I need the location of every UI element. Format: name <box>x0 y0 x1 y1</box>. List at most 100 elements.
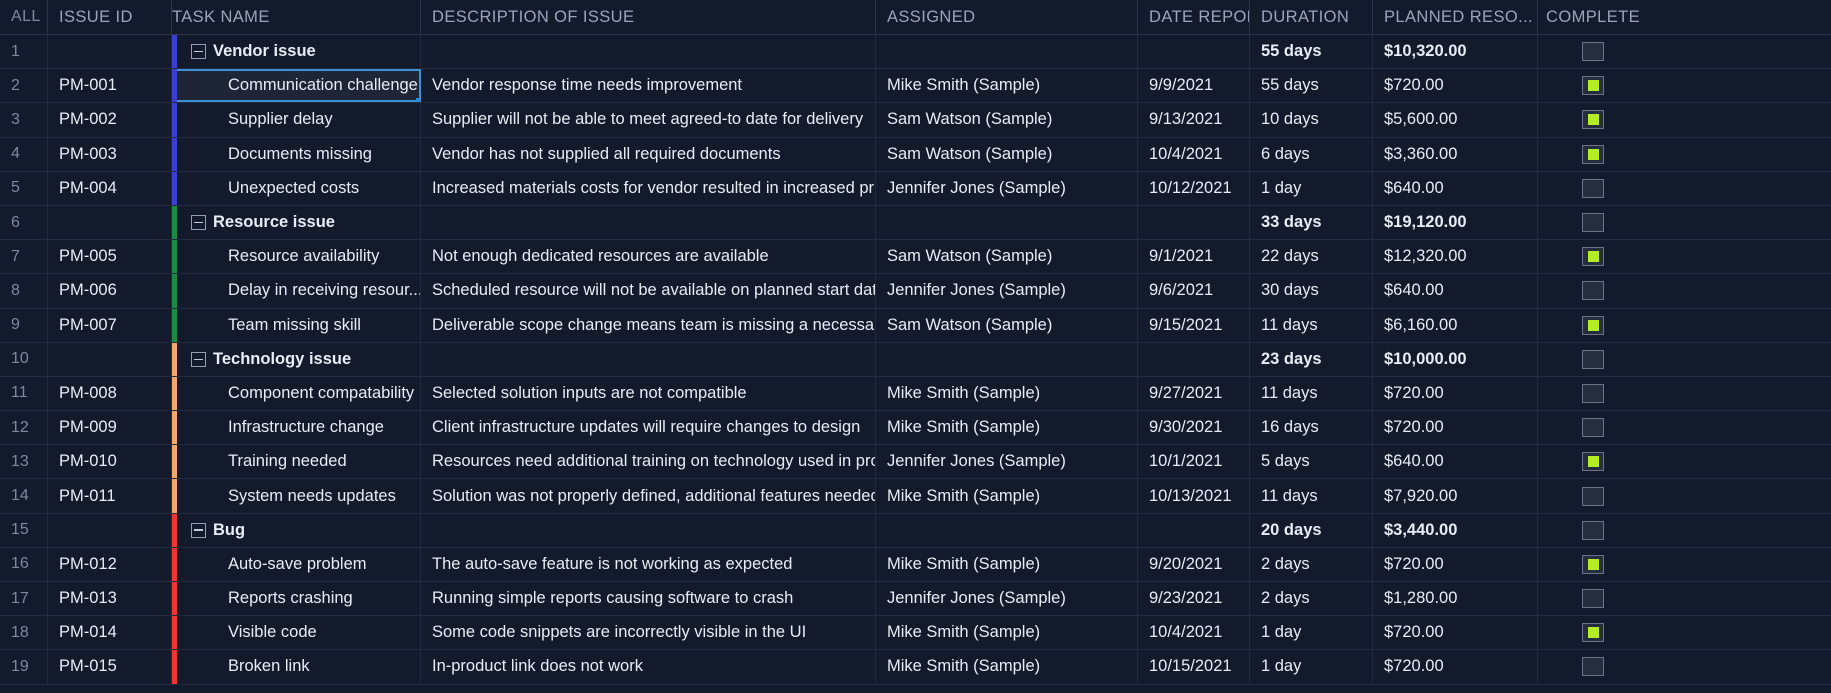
cell-complete[interactable] <box>1538 274 1648 307</box>
cell-date-reported[interactable]: 9/20/2021 <box>1138 547 1250 581</box>
cell-duration[interactable]: 20 days <box>1250 513 1373 547</box>
cell-task-name[interactable]: Supplier delay <box>172 103 421 137</box>
cell-description[interactable]: Running simple reports causing software … <box>421 582 876 616</box>
cell-task-name[interactable]: Bug <box>172 513 421 547</box>
checkbox-unchecked-icon[interactable] <box>1582 42 1604 62</box>
collapse-minus-icon[interactable] <box>191 215 206 231</box>
cell-assigned[interactable]: Mike Smith (Sample) <box>876 479 1138 513</box>
column-header-id[interactable]: ISSUE ID <box>48 0 172 34</box>
cell-duration[interactable]: 23 days <box>1250 342 1373 376</box>
row-number[interactable]: 7 <box>0 240 48 274</box>
checkbox-checked-icon[interactable] <box>1582 315 1604 335</box>
column-header-all[interactable]: ALL <box>0 0 48 34</box>
row-number[interactable]: 15 <box>0 513 48 547</box>
cell-date-reported[interactable]: 9/13/2021 <box>1138 103 1250 137</box>
row-number[interactable]: 3 <box>0 103 48 137</box>
cell-complete[interactable] <box>1538 445 1648 478</box>
cell-complete[interactable] <box>1538 309 1648 342</box>
checkbox-unchecked-icon[interactable] <box>1582 349 1604 369</box>
cell-task-name[interactable]: Documents missing <box>172 137 421 171</box>
column-header-desc[interactable]: DESCRIPTION OF ISSUE <box>421 0 876 34</box>
table-row[interactable]: 14 PM-011 System needs updates Solution was… <box>0 479 1831 514</box>
cell-task-name[interactable]: Auto-save problem <box>172 547 421 581</box>
cell-date-reported[interactable]: 9/30/2021 <box>1138 411 1250 445</box>
cell-date-reported[interactable] <box>1138 205 1250 240</box>
table-row[interactable]: 6 Resource issue 33 days $19,120.00 <box>0 205 1831 241</box>
table-row[interactable]: 13 PM-010 Training needed Resources need ad… <box>0 445 1831 480</box>
cell-task-name[interactable]: Technology issue <box>172 342 421 376</box>
cell-date-reported[interactable]: 9/15/2021 <box>1138 308 1250 342</box>
checkbox-checked-icon[interactable] <box>1582 110 1604 130</box>
checkbox-checked-icon[interactable] <box>1582 554 1604 574</box>
cell-planned-resource-cost[interactable]: $720.00 <box>1373 616 1538 650</box>
collapse-minus-icon[interactable] <box>191 351 206 367</box>
cell-duration[interactable]: 1 day <box>1250 171 1373 205</box>
cell-assigned[interactable] <box>876 35 1138 69</box>
cell-assigned[interactable]: Mike Smith (Sample) <box>876 547 1138 581</box>
cell-planned-resource-cost[interactable]: $720.00 <box>1373 650 1538 684</box>
table-row[interactable]: 12 PM-009 Infrastructure change Client infr… <box>0 411 1831 446</box>
cell-issue-id[interactable]: PM-011 <box>48 479 172 513</box>
cell-description[interactable]: Vendor has not supplied all required doc… <box>421 137 876 171</box>
cell-assigned[interactable]: Mike Smith (Sample) <box>876 69 1138 103</box>
cell-complete[interactable] <box>1538 343 1648 376</box>
cell-duration[interactable]: 6 days <box>1250 137 1373 171</box>
table-row[interactable]: 8 PM-006 Delay in receiving resour... Sched… <box>0 274 1831 309</box>
cell-issue-id[interactable]: PM-014 <box>48 616 172 650</box>
cell-task-name[interactable]: System needs updates <box>172 479 421 513</box>
cell-description[interactable]: In-product link does not work <box>421 650 876 684</box>
cell-assigned[interactable]: Jennifer Jones (Sample) <box>876 582 1138 616</box>
row-number[interactable]: 11 <box>0 376 48 411</box>
cell-duration[interactable]: 16 days <box>1250 411 1373 445</box>
cell-planned-resource-cost[interactable]: $5,600.00 <box>1373 103 1538 137</box>
cell-planned-resource-cost[interactable]: $720.00 <box>1373 547 1538 581</box>
cell-complete[interactable] <box>1538 650 1648 683</box>
cell-issue-id[interactable]: PM-015 <box>48 650 172 684</box>
cell-assigned[interactable]: Mike Smith (Sample) <box>876 411 1138 445</box>
cell-task-name[interactable]: Communication challenge <box>172 69 421 103</box>
cell-duration[interactable]: 55 days <box>1250 35 1373 69</box>
cell-task-name[interactable]: Reports crashing <box>172 582 421 616</box>
cell-planned-resource-cost[interactable]: $720.00 <box>1373 69 1538 103</box>
table-row[interactable]: 11 PM-008 Component compatability Selected … <box>0 376 1831 412</box>
cell-date-reported[interactable]: 10/12/2021 <box>1138 171 1250 205</box>
cell-complete[interactable] <box>1538 240 1648 273</box>
cell-task-name[interactable]: Component compatability <box>172 376 421 411</box>
checkbox-checked-icon[interactable] <box>1582 452 1604 472</box>
column-header-planned[interactable]: PLANNED RESO... <box>1373 0 1538 34</box>
table-row[interactable]: 10 Technology issue 23 days $10,000.00 <box>0 342 1831 377</box>
cell-task-name[interactable]: Unexpected costs <box>172 171 421 205</box>
cell-issue-id[interactable]: PM-006 <box>48 274 172 308</box>
cell-assigned[interactable]: Jennifer Jones (Sample) <box>876 274 1138 308</box>
cell-duration[interactable]: 5 days <box>1250 445 1373 479</box>
cell-complete[interactable] <box>1538 35 1648 68</box>
cell-issue-id[interactable]: PM-001 <box>48 69 172 103</box>
cell-duration[interactable]: 22 days <box>1250 240 1373 274</box>
cell-assigned[interactable]: Sam Watson (Sample) <box>876 103 1138 137</box>
cell-duration[interactable]: 2 days <box>1250 547 1373 581</box>
cell-complete[interactable] <box>1538 172 1648 205</box>
cell-planned-resource-cost[interactable]: $7,920.00 <box>1373 479 1538 513</box>
cell-assigned[interactable]: Sam Watson (Sample) <box>876 240 1138 274</box>
cell-planned-resource-cost[interactable]: $640.00 <box>1373 445 1538 479</box>
cell-date-reported[interactable] <box>1138 342 1250 376</box>
table-row[interactable]: 18 PM-014 Visible code Some code snippets a… <box>0 616 1831 651</box>
cell-planned-resource-cost[interactable]: $640.00 <box>1373 171 1538 205</box>
cell-issue-id[interactable] <box>48 35 172 69</box>
cell-description[interactable]: Increased materials costs for vendor res… <box>421 171 876 205</box>
checkbox-unchecked-icon[interactable] <box>1582 657 1604 677</box>
cell-task-name[interactable]: Broken link <box>172 650 421 684</box>
cell-task-name[interactable]: Infrastructure change <box>172 411 421 445</box>
cell-assigned[interactable]: Mike Smith (Sample) <box>876 650 1138 684</box>
cell-planned-resource-cost[interactable]: $3,360.00 <box>1373 137 1538 171</box>
collapse-minus-icon[interactable] <box>191 522 206 538</box>
row-number[interactable]: 14 <box>0 479 48 513</box>
row-number[interactable]: 17 <box>0 582 48 616</box>
row-number[interactable]: 5 <box>0 171 48 205</box>
cell-date-reported[interactable]: 10/4/2021 <box>1138 616 1250 650</box>
cell-issue-id[interactable] <box>48 513 172 547</box>
checkbox-checked-icon[interactable] <box>1582 144 1604 164</box>
cell-assigned[interactable]: Jennifer Jones (Sample) <box>876 445 1138 479</box>
cell-description[interactable]: Deliverable scope change means team is m… <box>421 308 876 342</box>
cell-issue-id[interactable] <box>48 342 172 376</box>
